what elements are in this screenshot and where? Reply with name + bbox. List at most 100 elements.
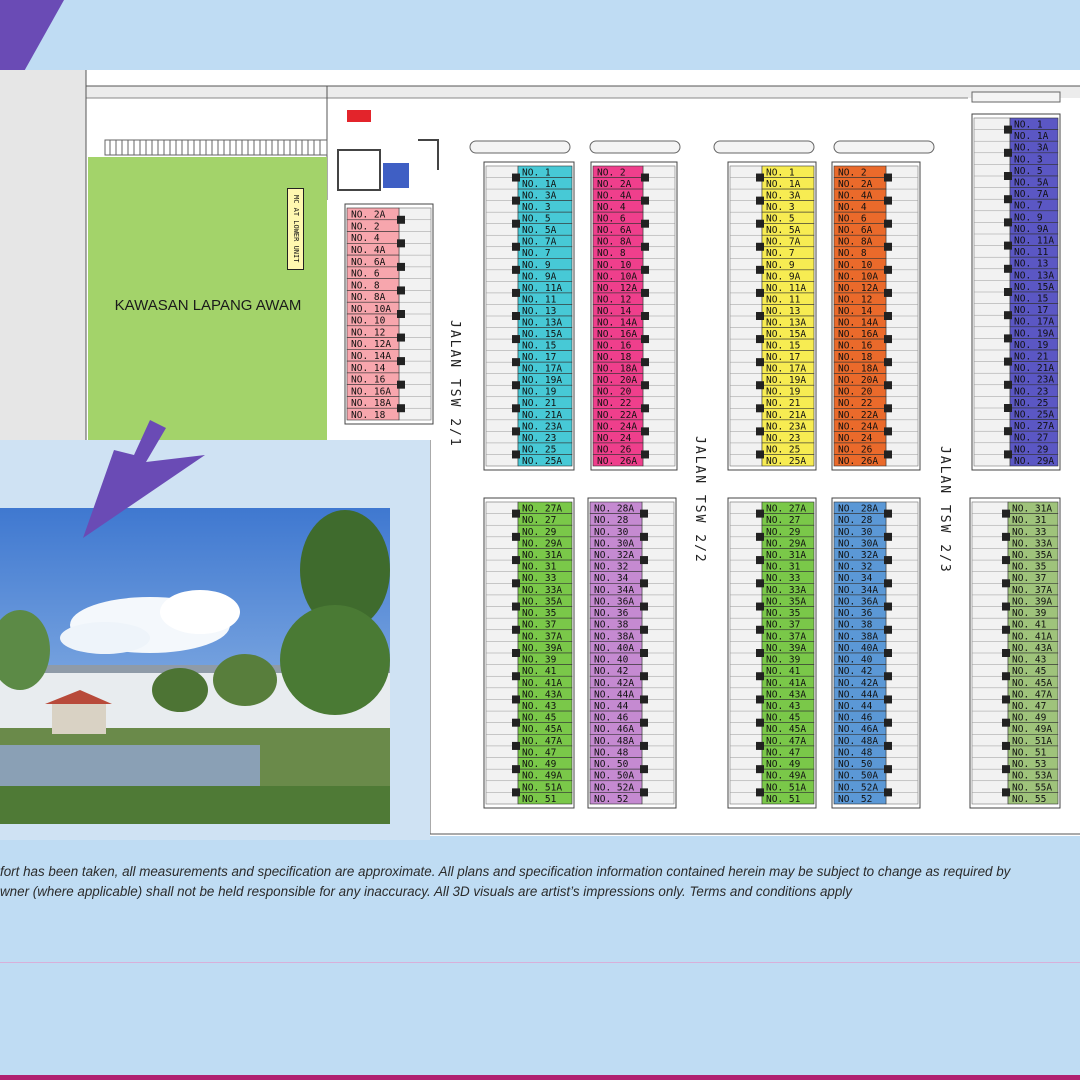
lot-divider-marker <box>756 173 764 182</box>
lot-divider-marker <box>640 509 648 518</box>
lot-unit-label: NO. 5 <box>522 214 551 225</box>
lot-unit-label: NO. 17 <box>1014 305 1048 316</box>
lot-divider-marker <box>884 556 892 565</box>
lot-unit-label: NO. 27A <box>766 504 806 515</box>
lot-divider-marker <box>756 196 764 205</box>
lot-divider-marker <box>640 695 648 704</box>
lot-unit-label: NO. 2 <box>838 167 867 178</box>
lot-divider-marker <box>1004 404 1012 412</box>
lot-divider-marker <box>756 242 764 251</box>
lot-unit-label: NO. 47 <box>766 747 800 758</box>
lot-unit-label: NO. 4A <box>597 191 632 202</box>
site-plan-map: NO. 2ANO. 2NO. 4NO. 4ANO. 6ANO. 6NO. 8NO… <box>0 0 1080 840</box>
render-image-panel <box>0 440 430 840</box>
lot-unit-label: NO. 28 <box>838 515 873 526</box>
lot-unit-label: NO. 18 <box>597 352 632 363</box>
lot-divider-marker <box>884 741 892 750</box>
lot-unit-label: NO. 19 <box>766 387 801 398</box>
lot-unit-label: NO. 14 <box>838 306 873 317</box>
lot-divider-marker <box>1002 509 1010 518</box>
lot-unit-label: NO. 8 <box>597 248 626 259</box>
lot-divider-marker <box>512 173 520 182</box>
lot-divider-marker <box>1004 311 1012 320</box>
lot-divider-marker <box>1002 672 1010 681</box>
lot-unit-label: NO. 25 <box>1014 398 1048 409</box>
lot-unit-label: NO. 1A <box>766 179 801 190</box>
lot-unit-label: NO. 51A <box>1012 736 1052 747</box>
lot-unit-label: NO. 43A <box>522 689 562 700</box>
lot-unit-label: NO. 42 <box>594 666 628 677</box>
lot-unit-label: NO. 39 <box>522 655 557 666</box>
lot-unit-label: NO. 38A <box>594 631 634 642</box>
lot-divider-marker <box>884 602 892 611</box>
lot-divider-marker <box>1002 765 1010 774</box>
lot-unit-label: NO. 48A <box>838 736 878 747</box>
lot-divider-marker <box>756 532 764 541</box>
left-road <box>0 70 86 440</box>
lot-unit-label: NO. 43 <box>522 701 556 712</box>
lot-divider-marker <box>1004 450 1012 459</box>
disclaimer-line-1: fort has been taken, all measurements an… <box>0 864 1011 879</box>
lot-divider-marker <box>512 288 520 297</box>
lot-unit-label: NO. 25 <box>522 444 556 455</box>
lot-divider-marker <box>641 173 649 182</box>
lot-divider-marker <box>1002 718 1010 727</box>
lot-unit-label: NO. 7 <box>522 248 551 259</box>
lot-divider-marker <box>884 404 892 413</box>
lot-divider-marker <box>756 265 764 274</box>
lot-divider-marker <box>512 579 520 588</box>
lot-unit-label: NO. 37A <box>766 631 806 642</box>
lot-unit-label: NO. 47 <box>522 747 556 758</box>
lot-unit-label: NO. 22A <box>838 410 878 421</box>
lot-divider-marker <box>756 450 764 459</box>
lot-unit-label: NO. 35 <box>522 608 556 619</box>
bottom-accent-bar <box>0 1075 1080 1080</box>
lot-divider-marker <box>756 788 764 797</box>
lot-divider-marker <box>756 358 764 367</box>
lot-unit-label: NO. 1 <box>522 167 551 178</box>
lot-unit-label: NO. 15 <box>522 341 556 352</box>
lot-unit-label: NO. 28 <box>594 515 629 526</box>
lot-divider-marker <box>756 288 764 297</box>
lot-unit-label: NO. 45A <box>522 724 562 735</box>
lot-unit-label: NO. 9A <box>766 271 801 282</box>
lot-unit-label: NO. 22 <box>597 398 631 409</box>
lot-unit-label: NO. 45A <box>1012 678 1052 689</box>
lot-unit-label: NO. 8A <box>597 237 632 248</box>
lot-divider-marker <box>512 381 520 390</box>
lot-unit-label: NO. 31 <box>766 562 801 573</box>
lot-divider-marker <box>1004 218 1012 227</box>
lot-unit-label: NO. 10A <box>597 271 637 282</box>
lot-unit-label: NO. 4 <box>838 202 867 213</box>
lot-unit-label: NO. 6 <box>351 269 380 280</box>
lot-unit-label: NO. 2A <box>838 179 873 190</box>
lot-unit-label: NO. 4A <box>351 245 386 256</box>
lot-unit-label: NO. 47 <box>1012 701 1046 712</box>
lot-unit-label: NO. 39A <box>522 643 562 654</box>
lot-divider-marker <box>397 239 405 248</box>
lot-divider-marker <box>1004 148 1012 157</box>
lot-unit-label: NO. 24A <box>838 421 878 432</box>
lot-unit-label: NO. 37 <box>1012 573 1046 584</box>
lot-unit-label: NO. 32 <box>594 562 628 573</box>
lot-unit-label: NO. 34 <box>594 573 629 584</box>
lot-divider-marker <box>1004 357 1012 366</box>
lot-unit-label: NO. 42A <box>838 678 878 689</box>
lot-unit-label: NO. 16A <box>597 329 637 340</box>
lot-unit-label: NO. 50A <box>594 771 634 782</box>
lot-divider-marker <box>756 404 764 413</box>
lot-divider-marker <box>884 450 892 459</box>
lot-divider-marker <box>397 286 405 295</box>
lot-divider-marker <box>641 427 649 436</box>
lot-divider-marker <box>756 381 764 390</box>
lot-unit-label: NO. 12A <box>597 283 637 294</box>
mc-lower-unit-label: MC AT LOWER UNIT <box>287 188 304 270</box>
lot-unit-label: NO. 51 <box>766 794 801 805</box>
lot-divider-marker <box>640 579 648 588</box>
lot-unit-label: NO. 49A <box>766 771 806 782</box>
lot-unit-label: NO. 51 <box>1012 747 1047 758</box>
lot-unit-label: NO. 19 <box>1014 340 1049 351</box>
lot-unit-label: NO. 51A <box>522 782 562 793</box>
lot-unit-label: NO. 33A <box>522 585 562 596</box>
lot-unit-label: NO. 15A <box>522 329 562 340</box>
